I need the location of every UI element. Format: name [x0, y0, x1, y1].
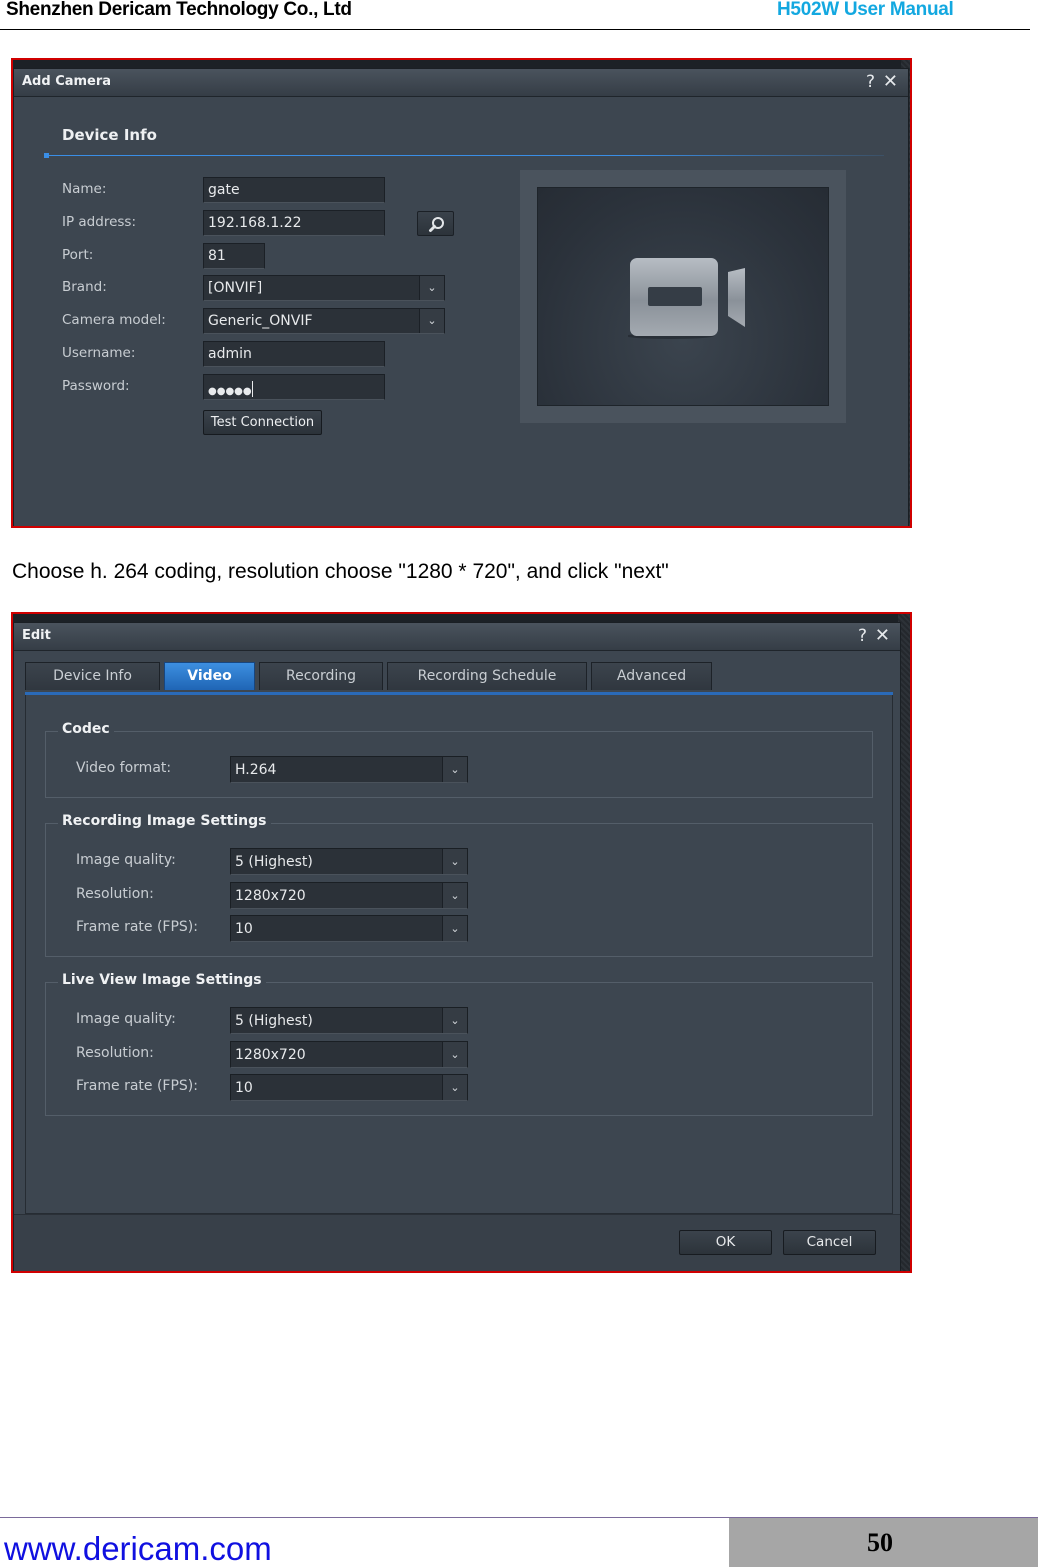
dialog-titlebar: Edit ? ✕	[14, 623, 900, 651]
chevron-down-icon[interactable]: ⌄	[442, 1042, 467, 1067]
recording-resolution-select[interactable]: 1280x720 ⌄	[230, 882, 468, 909]
codec-group-title: Codec	[58, 721, 114, 737]
section-title-device-info: Device Info	[62, 126, 157, 144]
video-format-value: H.264	[235, 762, 277, 778]
dialog-titlebar: Add Camera ? ✕	[14, 69, 908, 97]
tab-recording[interactable]: Recording	[259, 662, 383, 690]
dialog-title: Edit	[22, 628, 51, 643]
chevron-down-icon[interactable]: ⌄	[419, 309, 444, 333]
camera-model-select[interactable]: Generic_ONVIF ⌄	[203, 308, 445, 334]
name-input[interactable]: gate	[203, 177, 385, 203]
chevron-down-icon[interactable]: ⌄	[419, 276, 444, 300]
header-divider	[0, 29, 1030, 30]
instruction-caption: Choose h. 264 coding, resolution choose …	[12, 560, 669, 583]
tab-advanced[interactable]: Advanced	[591, 662, 712, 690]
password-label: Password:	[62, 378, 130, 394]
tab-video[interactable]: Video	[164, 662, 255, 690]
recording-image-quality-label: Image quality:	[76, 852, 176, 868]
recording-frame-rate-label: Frame rate (FPS):	[76, 919, 198, 935]
ok-button[interactable]: OK	[679, 1230, 772, 1255]
recording-frame-rate-select[interactable]: 10 ⌄	[230, 915, 468, 942]
chevron-down-icon[interactable]: ⌄	[442, 1075, 467, 1100]
recording-image-settings-title: Recording Image Settings	[58, 813, 271, 829]
page-number-box: 50	[729, 1518, 1038, 1567]
background-window-strip	[13, 60, 910, 68]
live-view-frame-rate-value: 10	[235, 1080, 253, 1096]
password-value: ●●●●●	[208, 386, 252, 397]
ip-address-input[interactable]: 192.168.1.22	[203, 210, 385, 236]
background-window-strip	[13, 614, 910, 622]
dialog-title: Add Camera	[22, 74, 112, 89]
document-company-name: Shenzhen Dericam Technology Co., Ltd	[6, 0, 352, 20]
username-label: Username:	[62, 345, 136, 361]
port-value: 81	[208, 248, 226, 264]
username-value: admin	[208, 346, 252, 362]
help-icon[interactable]: ?	[866, 72, 875, 92]
chevron-down-icon[interactable]: ⌄	[442, 916, 467, 941]
tab-device-info[interactable]: Device Info	[25, 662, 160, 690]
name-value: gate	[208, 182, 240, 198]
cancel-button[interactable]: Cancel	[783, 1230, 876, 1255]
port-input[interactable]: 81	[203, 243, 265, 269]
chevron-down-icon[interactable]: ⌄	[442, 849, 467, 874]
chevron-down-icon[interactable]: ⌄	[442, 1008, 467, 1033]
recording-resolution-value: 1280x720	[235, 888, 306, 904]
port-label: Port:	[62, 247, 94, 263]
recording-resolution-label: Resolution:	[76, 886, 154, 902]
live-view-frame-rate-select[interactable]: 10 ⌄	[230, 1074, 468, 1101]
live-view-resolution-select[interactable]: 1280x720 ⌄	[230, 1041, 468, 1068]
help-icon[interactable]: ?	[858, 626, 867, 646]
page-number: 50	[867, 1528, 893, 1557]
camera-model-value: Generic_ONVIF	[208, 313, 313, 329]
ip-address-label: IP address:	[62, 214, 136, 230]
edit-dialog-screenshot: Edit ? ✕ Device Info Video Recording Rec…	[11, 612, 912, 1273]
add-camera-dialog: Add Camera ? ✕ Device Info Name: gate IP…	[13, 68, 909, 526]
live-view-image-quality-value: 5 (Highest)	[235, 1013, 313, 1029]
live-view-resolution-value: 1280x720	[235, 1047, 306, 1063]
camera-preview-frame	[520, 170, 846, 423]
search-icon	[429, 217, 444, 232]
section-divider	[44, 155, 884, 156]
live-view-image-settings-title: Live View Image Settings	[58, 972, 266, 988]
test-connection-button[interactable]: Test Connection	[203, 410, 322, 435]
tab-recording-schedule[interactable]: Recording Schedule	[387, 662, 587, 690]
live-view-resolution-label: Resolution:	[76, 1045, 154, 1061]
camera-model-label: Camera model:	[62, 312, 166, 328]
dialog-footer: OK Cancel	[14, 1214, 900, 1271]
live-view-image-quality-select[interactable]: 5 (Highest) ⌄	[230, 1007, 468, 1034]
brand-label: Brand:	[62, 279, 107, 295]
recording-image-quality-value: 5 (Highest)	[235, 854, 313, 870]
search-camera-button[interactable]	[417, 211, 454, 236]
edit-dialog: Edit ? ✕ Device Info Video Recording Rec…	[13, 622, 901, 1271]
live-view-frame-rate-label: Frame rate (FPS):	[76, 1078, 198, 1094]
add-camera-screenshot: Add Camera ? ✕ Device Info Name: gate IP…	[11, 58, 912, 528]
recording-frame-rate-value: 10	[235, 921, 253, 937]
username-input[interactable]: admin	[203, 341, 385, 367]
ip-address-value: 192.168.1.22	[208, 215, 302, 231]
chevron-down-icon[interactable]: ⌄	[442, 757, 467, 782]
live-view-image-settings-group: Live View Image Settings Image quality: …	[45, 972, 873, 1116]
document-manual-title: H502W User Manual	[777, 0, 954, 20]
video-format-select[interactable]: H.264 ⌄	[230, 756, 468, 783]
password-input[interactable]: ●●●●●	[203, 374, 385, 400]
name-label: Name:	[62, 181, 107, 197]
close-icon[interactable]: ✕	[875, 625, 890, 646]
video-tab-panel: Codec Video format: H.264 ⌄ Recording Im…	[25, 695, 893, 1214]
live-view-image-quality-label: Image quality:	[76, 1011, 176, 1027]
video-format-label: Video format:	[76, 760, 172, 776]
footer-website-link[interactable]: www.dericam.com	[4, 1530, 272, 1567]
codec-group: Codec Video format: H.264 ⌄	[45, 721, 873, 798]
recording-image-settings-group: Recording Image Settings Image quality: …	[45, 813, 873, 957]
video-camera-icon	[628, 258, 745, 339]
camera-preview	[537, 187, 829, 406]
chevron-down-icon[interactable]: ⌄	[442, 883, 467, 908]
brand-select[interactable]: [ONVIF] ⌄	[203, 275, 445, 301]
brand-value: [ONVIF]	[208, 280, 263, 296]
recording-image-quality-select[interactable]: 5 (Highest) ⌄	[230, 848, 468, 875]
text-cursor	[251, 381, 253, 397]
close-icon[interactable]: ✕	[883, 71, 898, 92]
